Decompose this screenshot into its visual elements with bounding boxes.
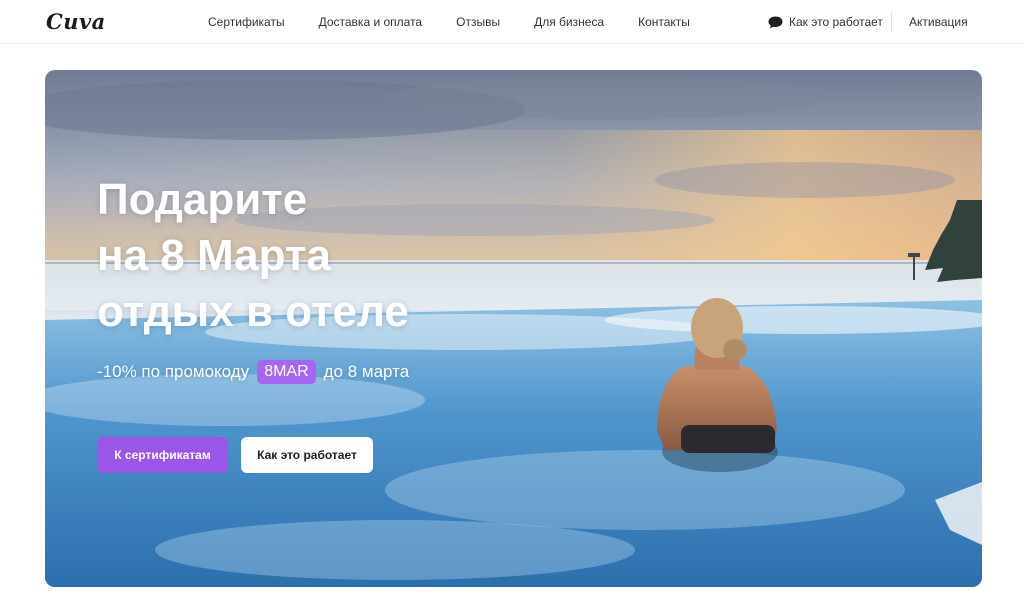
site-header: Cuva Сертификаты Доставка и оплата Отзыв… bbox=[0, 0, 1024, 44]
logo[interactable]: Cuva bbox=[46, 9, 106, 34]
promo-suffix: до 8 марта bbox=[323, 362, 410, 381]
hero-title-line-3: отдых в отеле bbox=[97, 287, 409, 336]
nav-item-business[interactable]: Для бизнеса bbox=[534, 15, 604, 29]
nav-item-delivery-payment[interactable]: Доставка и оплата bbox=[319, 15, 423, 29]
promo-code-badge: 8MAR bbox=[257, 360, 316, 384]
hero-banner: Подарите на 8 Марта отдых в отеле -10% п… bbox=[45, 70, 982, 587]
hero-title-line-1: Подарите bbox=[97, 175, 308, 224]
to-certificates-button[interactable]: К сертификатам bbox=[97, 437, 228, 473]
header-divider bbox=[891, 12, 892, 32]
how-it-works-link[interactable]: Как это работает bbox=[768, 0, 883, 44]
activation-link[interactable]: Активация bbox=[909, 0, 968, 44]
main-nav: Сертификаты Доставка и оплата Отзывы Для… bbox=[208, 0, 724, 44]
hero-title: Подарите на 8 Марта отдых в отеле bbox=[97, 172, 517, 340]
nav-item-reviews[interactable]: Отзывы bbox=[456, 15, 500, 29]
promo-text: -10% по промокоду 8MAR до 8 марта bbox=[97, 358, 409, 386]
how-it-works-button[interactable]: Как это работает bbox=[241, 437, 373, 473]
chat-bubble-icon bbox=[768, 16, 783, 28]
nav-item-contacts[interactable]: Контакты bbox=[638, 15, 690, 29]
nav-item-certificates[interactable]: Сертификаты bbox=[208, 15, 285, 29]
how-it-works-label: Как это работает bbox=[789, 15, 883, 29]
hero-title-line-2: на 8 Марта bbox=[97, 231, 331, 280]
promo-prefix: -10% по промокоду bbox=[97, 362, 250, 381]
